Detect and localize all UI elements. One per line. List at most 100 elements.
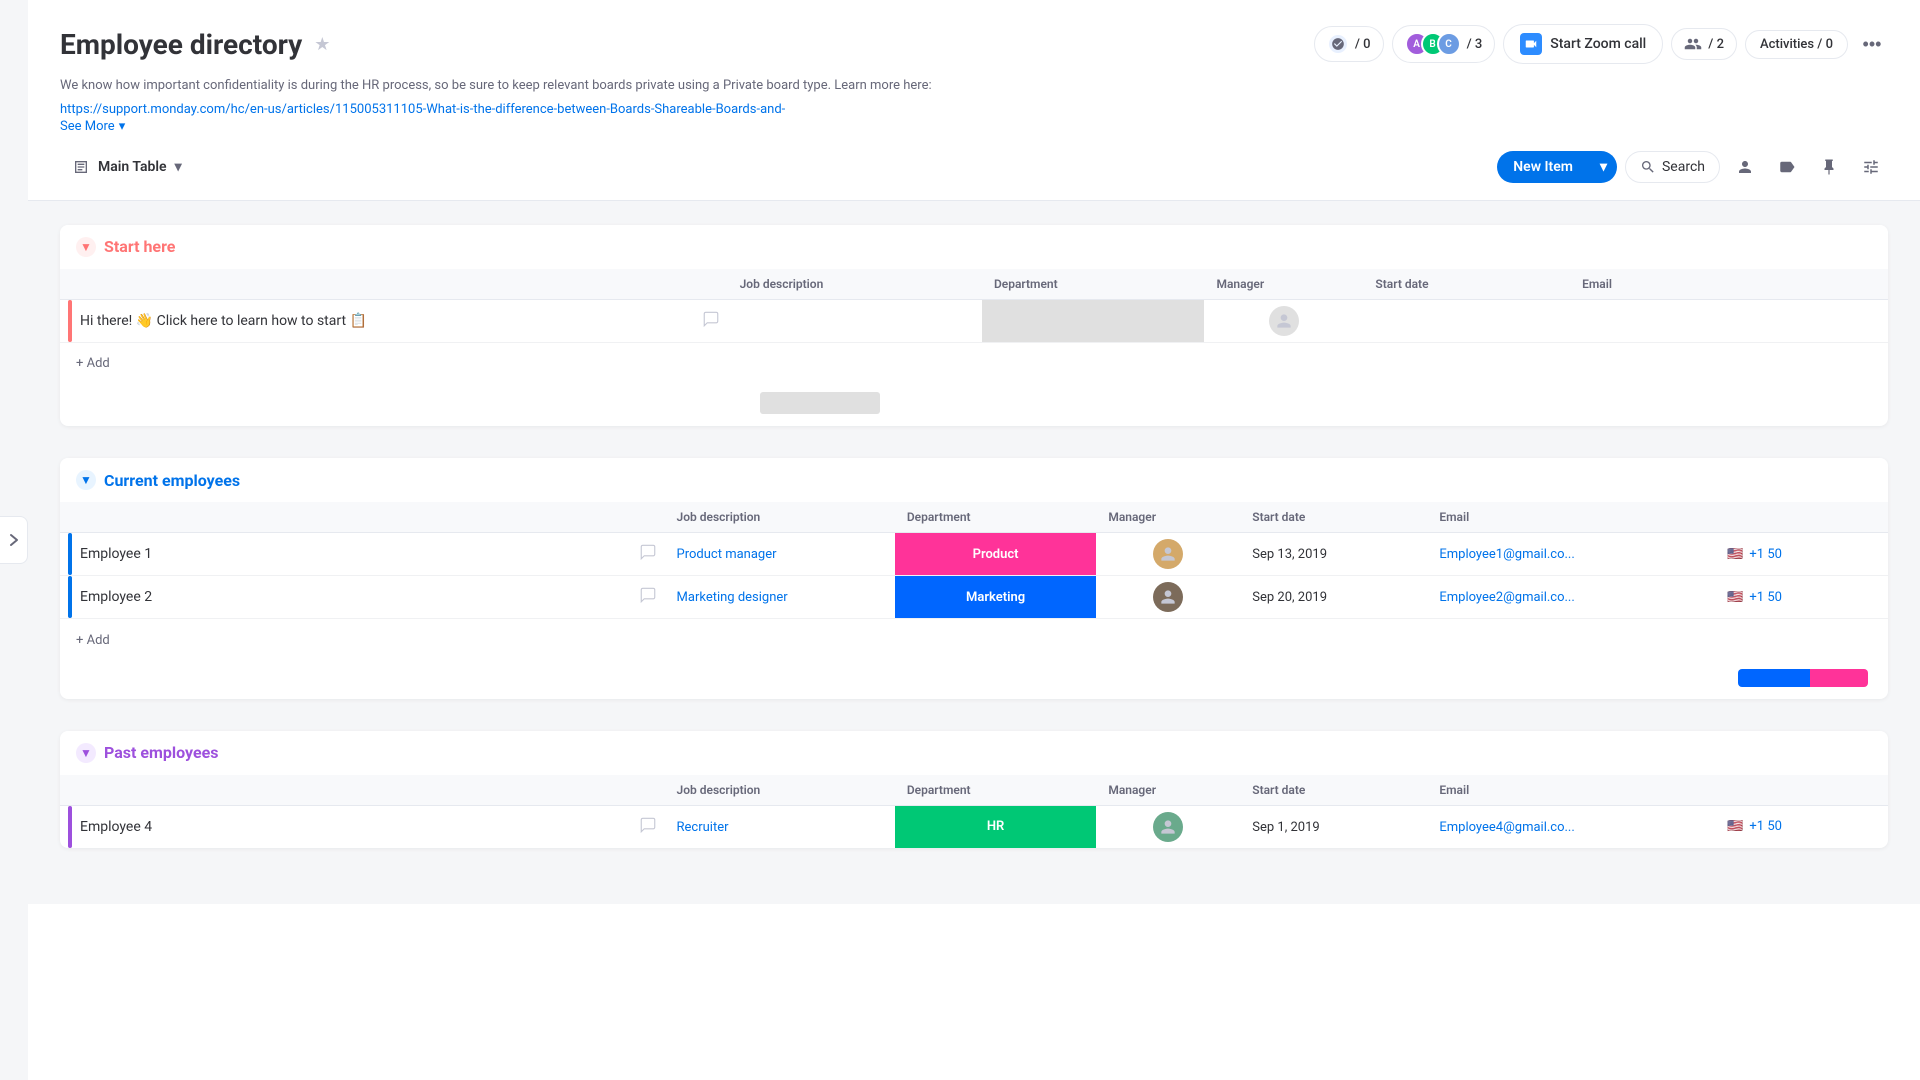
board-content: ▼ Start here Job description Department … [28,201,1920,904]
col-header-job3: Job description [665,775,895,806]
flag-icon: 🇺🇸 [1727,819,1743,834]
row-color-bar [68,576,72,618]
group-current-header: ▼ Current employees [60,458,1888,502]
col-header-dept: Department [982,269,1205,300]
table-row: Employee 1 Product manager [60,533,1888,576]
board-link[interactable]: https://support.monday.com/hc/en-us/arti… [60,102,785,117]
job-description[interactable]: Product manager [665,547,789,562]
group-current-table: Job description Department Manager Start… [60,502,1888,661]
start-date: Sep 13, 2019 [1240,547,1339,562]
toolbar-right: New Item ▾ Search [1497,150,1888,184]
phone: 🇺🇸 +1 50 [1715,590,1888,605]
users-btn[interactable]: / 2 [1671,28,1737,60]
chat-icon[interactable] [639,816,657,838]
group-collapse-icon[interactable]: ▼ [76,470,96,490]
person-filter-btn[interactable] [1728,150,1762,184]
col-header-date2: Start date [1240,502,1427,533]
header-actions: / 0 A B C / 3 Start Zoom call [1314,24,1888,64]
zoom-icon [1520,33,1542,55]
col-header-email3: Email [1427,775,1715,806]
col-header-email2: Email [1427,502,1715,533]
job-description[interactable]: Marketing designer [665,590,800,605]
col-header-email: Email [1570,269,1888,300]
start-date: Sep 1, 2019 [1240,820,1331,835]
sidebar-toggle[interactable] [0,516,28,564]
col-header-name3 [60,775,665,806]
main-table-btn[interactable]: Main Table ▾ [60,152,194,182]
new-item-label: New Item [1497,151,1589,183]
board-toolbar: Main Table ▾ New Item ▾ Search [28,134,1920,201]
guests-count: / 3 [1467,37,1483,52]
row-name: Employee 1 [80,546,631,562]
col-header-phone3 [1715,775,1888,806]
phone: 🇺🇸 +1 50 [1715,547,1888,562]
group-start-here: ▼ Start here Job description Department … [60,225,1888,427]
col-header-manager2: Manager [1096,502,1240,533]
job-description[interactable]: Recruiter [665,820,741,835]
group-start-here-title: Start here [104,237,175,256]
flag-icon: 🇺🇸 [1727,590,1743,605]
manager-cell [1204,306,1363,336]
table-row: Employee 4 Recruiter [60,805,1888,848]
guests-btn[interactable]: A B C / 3 [1392,25,1496,63]
group-current-employees: ▼ Current employees Job description Depa… [60,458,1888,699]
email[interactable]: Employee4@gmail.co... [1427,820,1586,835]
group-start-here-header: ▼ Start here [60,225,1888,269]
product-bar [1810,669,1869,687]
col-header-dept2: Department [895,502,1097,533]
board-header: Employee directory ★ / 0 A B C [28,0,1920,134]
col-header-date: Start date [1363,269,1570,300]
chat-icon[interactable] [639,543,657,565]
row-name: Employee 2 [80,589,631,605]
see-more-link[interactable]: See More ▾ [60,119,125,134]
users-count: / 2 [1708,37,1724,52]
search-btn[interactable]: Search [1625,151,1720,183]
new-item-btn[interactable]: New Item ▾ [1497,151,1617,183]
phone: 🇺🇸 +1 50 [1715,819,1888,834]
table-row: Employee 2 Marketing designer [60,576,1888,619]
dept-placeholder [982,300,1205,342]
add-label[interactable]: + Add [60,619,1888,661]
main-table-label: Main Table [98,159,167,175]
row-color-bar [68,300,72,342]
col-header-dept3: Department [895,775,1097,806]
more-options-btn[interactable]: ••• [1856,28,1888,60]
zoom-label: Start Zoom call [1550,36,1646,52]
group-past-header: ▼ Past employees [60,731,1888,775]
pin-btn[interactable] [1812,150,1846,184]
group-current-title: Current employees [104,471,240,490]
zoom-call-btn[interactable]: Start Zoom call [1503,24,1663,64]
col-header-job2: Job description [665,502,895,533]
table-row: Hi there! 👋 Click here to learn how to s… [60,299,1888,342]
email[interactable]: Employee2@gmail.co... [1427,590,1586,605]
col-header-manager: Manager [1204,269,1363,300]
group-collapse-icon[interactable]: ▼ [76,743,96,763]
chat-icon[interactable] [639,586,657,608]
col-header-manager3: Manager [1096,775,1240,806]
dept-badge: HR [895,806,1097,848]
group-past-employees: ▼ Past employees Job description Departm… [60,731,1888,848]
add-label[interactable]: + Add [60,342,1888,384]
activities-btn[interactable]: Activities / 0 [1745,30,1848,59]
cell-job [728,299,982,342]
activities-label: Activities / 0 [1760,37,1833,52]
add-row[interactable]: + Add [60,342,1888,384]
new-item-caret[interactable]: ▾ [1590,151,1617,183]
star-icon[interactable]: ★ [314,34,330,55]
group-collapse-icon[interactable]: ▼ [76,237,96,257]
email[interactable]: Employee1@gmail.co... [1427,547,1586,562]
dept-badge: Product [895,533,1097,575]
chat-icon[interactable] [702,310,720,332]
dept-summary-chart [1738,669,1868,687]
col-header-phone2 [1715,502,1888,533]
reactions-count: / 0 [1355,37,1371,52]
start-date: Sep 20, 2019 [1240,590,1339,605]
filter-btn[interactable] [1854,150,1888,184]
row-name: Employee 4 [80,819,631,835]
tag-btn[interactable] [1770,150,1804,184]
col-header-date3: Start date [1240,775,1427,806]
reactions-btn[interactable]: / 0 [1314,26,1384,62]
main-table-chevron[interactable]: ▾ [175,159,182,175]
flag-icon: 🇺🇸 [1727,547,1743,562]
add-row[interactable]: + Add [60,619,1888,661]
